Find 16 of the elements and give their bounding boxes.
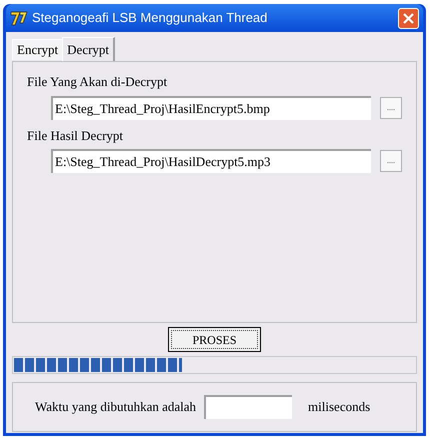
- file-path-field[interactable]: E:\Steg_Thread_Proj\HasilEncrypt5.bmp: [51, 96, 371, 120]
- window-title: Steganogeafi LSB Menggunakan Thread: [32, 9, 268, 28]
- file-path-field[interactable]: E:\Steg_Thread_Proj\HasilDecrypt5.mp3: [51, 149, 371, 173]
- time-field[interactable]: [204, 395, 292, 419]
- unit-label: miliseconds: [308, 398, 370, 416]
- browse-button[interactable]: ....: [380, 150, 402, 172]
- time-label: Waktu yang dibutuhkan adalah: [35, 398, 196, 416]
- browse-button[interactable]: ....: [380, 96, 402, 118]
- field-label: File Yang Akan di-Decrypt: [27, 73, 168, 91]
- app-logo-icon: [10, 10, 28, 26]
- close-icon: [403, 12, 414, 24]
- process-button[interactable]: PROSES: [168, 327, 261, 352]
- field-label: File Hasil Decrypt: [27, 126, 124, 145]
- tab[interactable]: Decrypt: [62, 37, 116, 61]
- tab[interactable]: Encrypt: [12, 39, 62, 60]
- close-button[interactable]: [398, 8, 419, 28]
